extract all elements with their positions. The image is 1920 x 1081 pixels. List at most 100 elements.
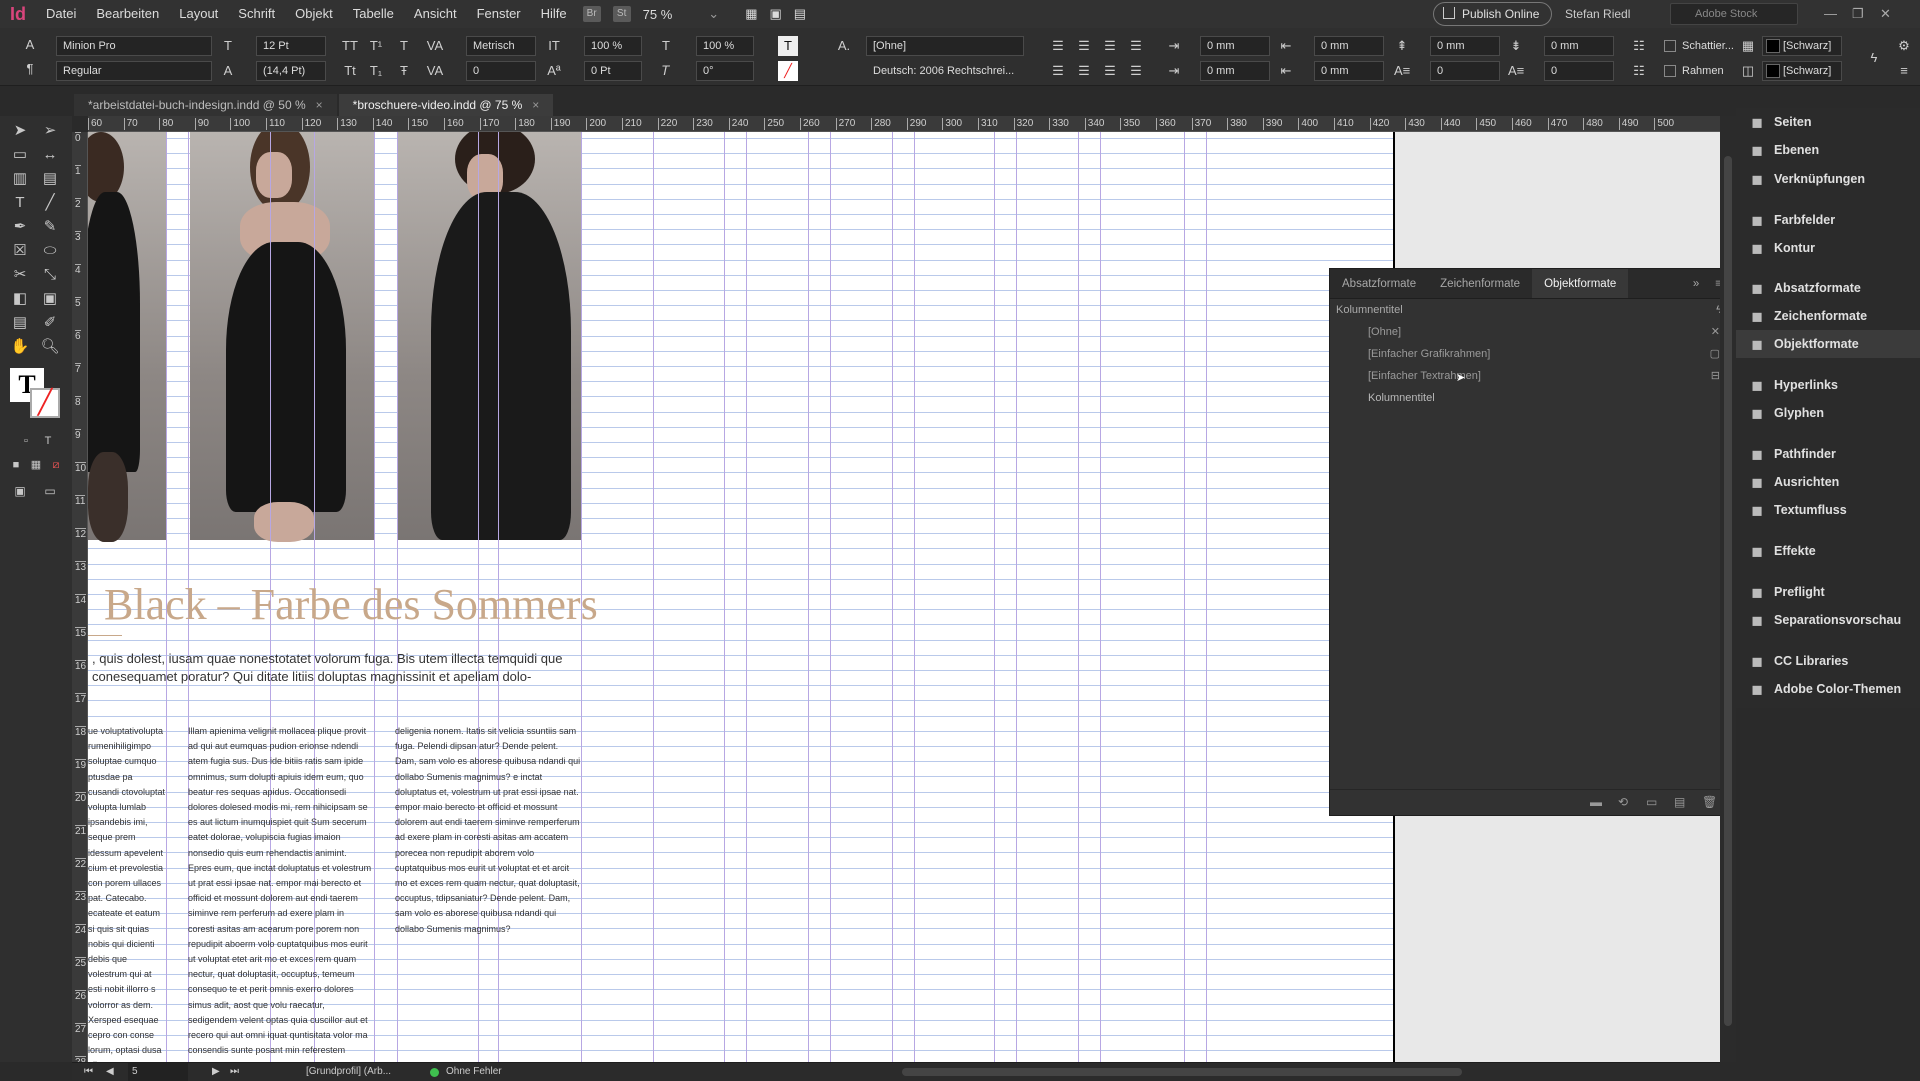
menu-tabelle[interactable]: Tabelle — [343, 0, 404, 28]
gap-tool-icon[interactable]: ↔ — [38, 144, 62, 166]
no-stroke-icon[interactable]: ╱ — [778, 61, 798, 81]
gradient-tool-icon[interactable]: ◧ — [8, 288, 32, 310]
dock-item-verknüpfungen[interactable]: ◼ Verknüpfungen — [1736, 165, 1920, 193]
dock-item-kontur[interactable]: ◼ Kontur — [1736, 234, 1920, 262]
dock-item-textumfluss[interactable]: ◼ Textumfluss — [1736, 496, 1920, 524]
text-column-3[interactable]: deligenia nonem. Itatis sit velicia ssun… — [395, 724, 581, 1062]
vertical-ruler[interactable]: 0 1 2 3 4 5 6 7 8 9 10 11 12 13 14 15 16 17 18 19 20 21 22 23 24… — [72, 132, 88, 1062]
menu-ansicht[interactable]: Ansicht — [404, 0, 467, 28]
rectangle-frame-tool-icon[interactable]: ☒ — [8, 240, 32, 262]
frame-checkbox[interactable] — [1664, 65, 1676, 77]
vertical-scale-field[interactable]: 100 % — [584, 36, 642, 56]
dock-item-zeichenformate[interactable]: ◼ Zeichenformate — [1736, 302, 1920, 330]
scissors-tool-icon[interactable]: ✂ — [8, 264, 32, 286]
menu-objekt[interactable]: Objekt — [285, 0, 343, 28]
collapse-panel-icon[interactable]: » — [1685, 269, 1707, 298]
clear-attributes-icon[interactable]: ▭ — [1646, 795, 1657, 809]
dock-item-ausrichten[interactable]: ◼ Ausrichten — [1736, 468, 1920, 496]
zoom-select[interactable]: 75 % — [643, 7, 673, 22]
selection-tool-icon[interactable]: ➤ — [8, 120, 32, 142]
justify-icon[interactable]: ☰ — [1126, 36, 1146, 56]
menu-layout[interactable]: Layout — [169, 0, 228, 28]
dock-item-pathfinder[interactable]: ◼ Pathfinder — [1736, 440, 1920, 468]
photo-model-1[interactable] — [88, 132, 166, 542]
all-caps-icon[interactable]: TT — [340, 36, 360, 56]
photo-model-3[interactable] — [397, 132, 581, 540]
eyedropper-tool-icon[interactable]: ✐ — [38, 312, 62, 334]
apply-none-icon[interactable]: ⧄ — [44, 454, 68, 476]
page-number-field[interactable]: 5 — [128, 1063, 188, 1081]
ellipse-tool-icon[interactable]: ⬭ — [38, 240, 62, 262]
text-column-1[interactable]: ue voluptativolupta rumenihiligimpo solu… — [88, 724, 166, 1062]
horizontal-scale-field[interactable]: 100 % — [696, 36, 754, 56]
font-style-field[interactable]: Regular — [56, 61, 212, 81]
list-item[interactable]: [Einfacher Textrahmen] ⊟ ➤ — [1330, 365, 1730, 387]
list-item[interactable]: [Ohne] ✕ — [1330, 321, 1730, 343]
justify-center-icon[interactable]: ☰ — [1074, 61, 1094, 81]
kerning-field[interactable]: Metrisch — [466, 36, 536, 56]
arrange-documents-icon[interactable]: ▤ — [794, 6, 806, 22]
language-field[interactable]: Deutsch: 2006 Rechtschrei... — [866, 61, 1024, 81]
dropcap-chars-field[interactable]: 0 — [1544, 61, 1614, 81]
space-before-field[interactable]: 0 mm — [1430, 36, 1500, 56]
list-item[interactable]: [Einfacher Grafikrahmen] ▢ — [1330, 343, 1730, 365]
dock-item-farbfelder[interactable]: ◼ Farbfelder — [1736, 206, 1920, 234]
superscript-icon[interactable]: T¹ — [366, 36, 386, 56]
direct-selection-tool-icon[interactable]: ➢ — [38, 120, 62, 142]
strikethrough-icon[interactable]: Ŧ — [394, 61, 414, 81]
gradient-feather-tool-icon[interactable]: ▣ — [38, 288, 62, 310]
character-style-field[interactable]: [Ohne] — [866, 36, 1024, 56]
paragraph-mode-icon[interactable]: ¶ — [20, 59, 40, 79]
dock-item-separationsvorschau[interactable]: ◼ Separationsvorschau — [1736, 606, 1920, 634]
bridge-button[interactable]: Br — [582, 6, 601, 22]
numbering-icon[interactable]: ☷ — [1630, 61, 1648, 81]
menu-fenster[interactable]: Fenster — [467, 0, 531, 28]
tab-character-styles[interactable]: Zeichenformate — [1428, 269, 1532, 298]
content-collector-icon[interactable]: ▥ — [8, 168, 32, 190]
free-transform-tool-icon[interactable]: ⤡ — [38, 264, 62, 286]
character-mode-icon[interactable]: A — [20, 35, 40, 55]
pen-tool-icon[interactable]: ✒ — [8, 216, 32, 238]
type-tool-icon[interactable]: T — [8, 192, 32, 214]
prev-page-icon[interactable]: ◀ — [106, 1063, 114, 1081]
intro-paragraph[interactable]: , quis dolest, iusam quae nonestotatet v… — [92, 650, 582, 686]
note-tool-icon[interactable]: ▤ — [8, 312, 32, 334]
bullets-icon[interactable]: ☷ — [1630, 36, 1648, 56]
last-line-indent-field[interactable]: 0 mm — [1314, 61, 1384, 81]
clear-overrides-icon[interactable]: ⟲ — [1618, 795, 1628, 809]
tab-object-styles[interactable]: Objektformate — [1532, 269, 1629, 298]
adobe-stock-search[interactable]: Adobe Stock — [1670, 3, 1798, 25]
text-fill-icon[interactable]: T — [778, 36, 798, 56]
justify-left-icon[interactable]: ☰ — [1048, 61, 1068, 81]
horizontal-scrollbar[interactable] — [902, 1068, 1462, 1076]
color-field-2[interactable]: [Schwarz] — [1762, 61, 1842, 81]
dock-item-preflight[interactable]: ◼ Preflight — [1736, 578, 1920, 606]
menu-hilfe[interactable]: Hilfe — [531, 0, 577, 28]
font-size-field[interactable]: 12 Pt — [256, 36, 326, 56]
justify-all-icon[interactable]: ☰ — [1100, 61, 1120, 81]
settings-icon[interactable]: ⚙ — [1896, 36, 1912, 56]
close-window-icon[interactable]: ✕ — [1880, 0, 1891, 28]
new-group-icon[interactable]: ▬ — [1590, 795, 1602, 809]
tab-paragraph-styles[interactable]: Absatzformate — [1330, 269, 1428, 298]
last-page-icon[interactable]: ⏭ — [230, 1063, 239, 1081]
skew-field[interactable]: 0° — [696, 61, 754, 81]
subscript-icon[interactable]: T₁ — [366, 61, 386, 81]
text-column-2[interactable]: Illam apienima velignit mollacea plique … — [188, 724, 372, 1062]
content-placer-icon[interactable]: ▤ — [38, 168, 62, 190]
dropcap-lines-field[interactable]: 0 — [1430, 61, 1500, 81]
baseline-shift-field[interactable]: 0 Pt — [584, 61, 642, 81]
dock-item-cc-libraries[interactable]: ◼ CC Libraries — [1736, 647, 1920, 675]
shading-checkbox[interactable] — [1664, 40, 1676, 52]
chevron-down-icon[interactable]: ⌄ — [708, 6, 719, 22]
menu-bearbeiten[interactable]: Bearbeiten — [86, 0, 169, 28]
formatting-container-icon[interactable]: ▫ — [14, 430, 38, 452]
align-left-icon[interactable]: ☰ — [1048, 36, 1068, 56]
formatting-text-icon[interactable]: T — [36, 430, 60, 452]
dock-item-objektformate[interactable]: ◼ Objektformate — [1736, 330, 1920, 358]
pencil-tool-icon[interactable]: ✎ — [38, 216, 62, 238]
trash-icon[interactable]: 🗑︎ — [1702, 795, 1717, 809]
menu-datei[interactable]: Datei — [36, 0, 86, 28]
screen-mode-tool-icon[interactable]: ▭ — [38, 480, 62, 502]
first-page-icon[interactable]: ⏮ — [84, 1063, 93, 1081]
